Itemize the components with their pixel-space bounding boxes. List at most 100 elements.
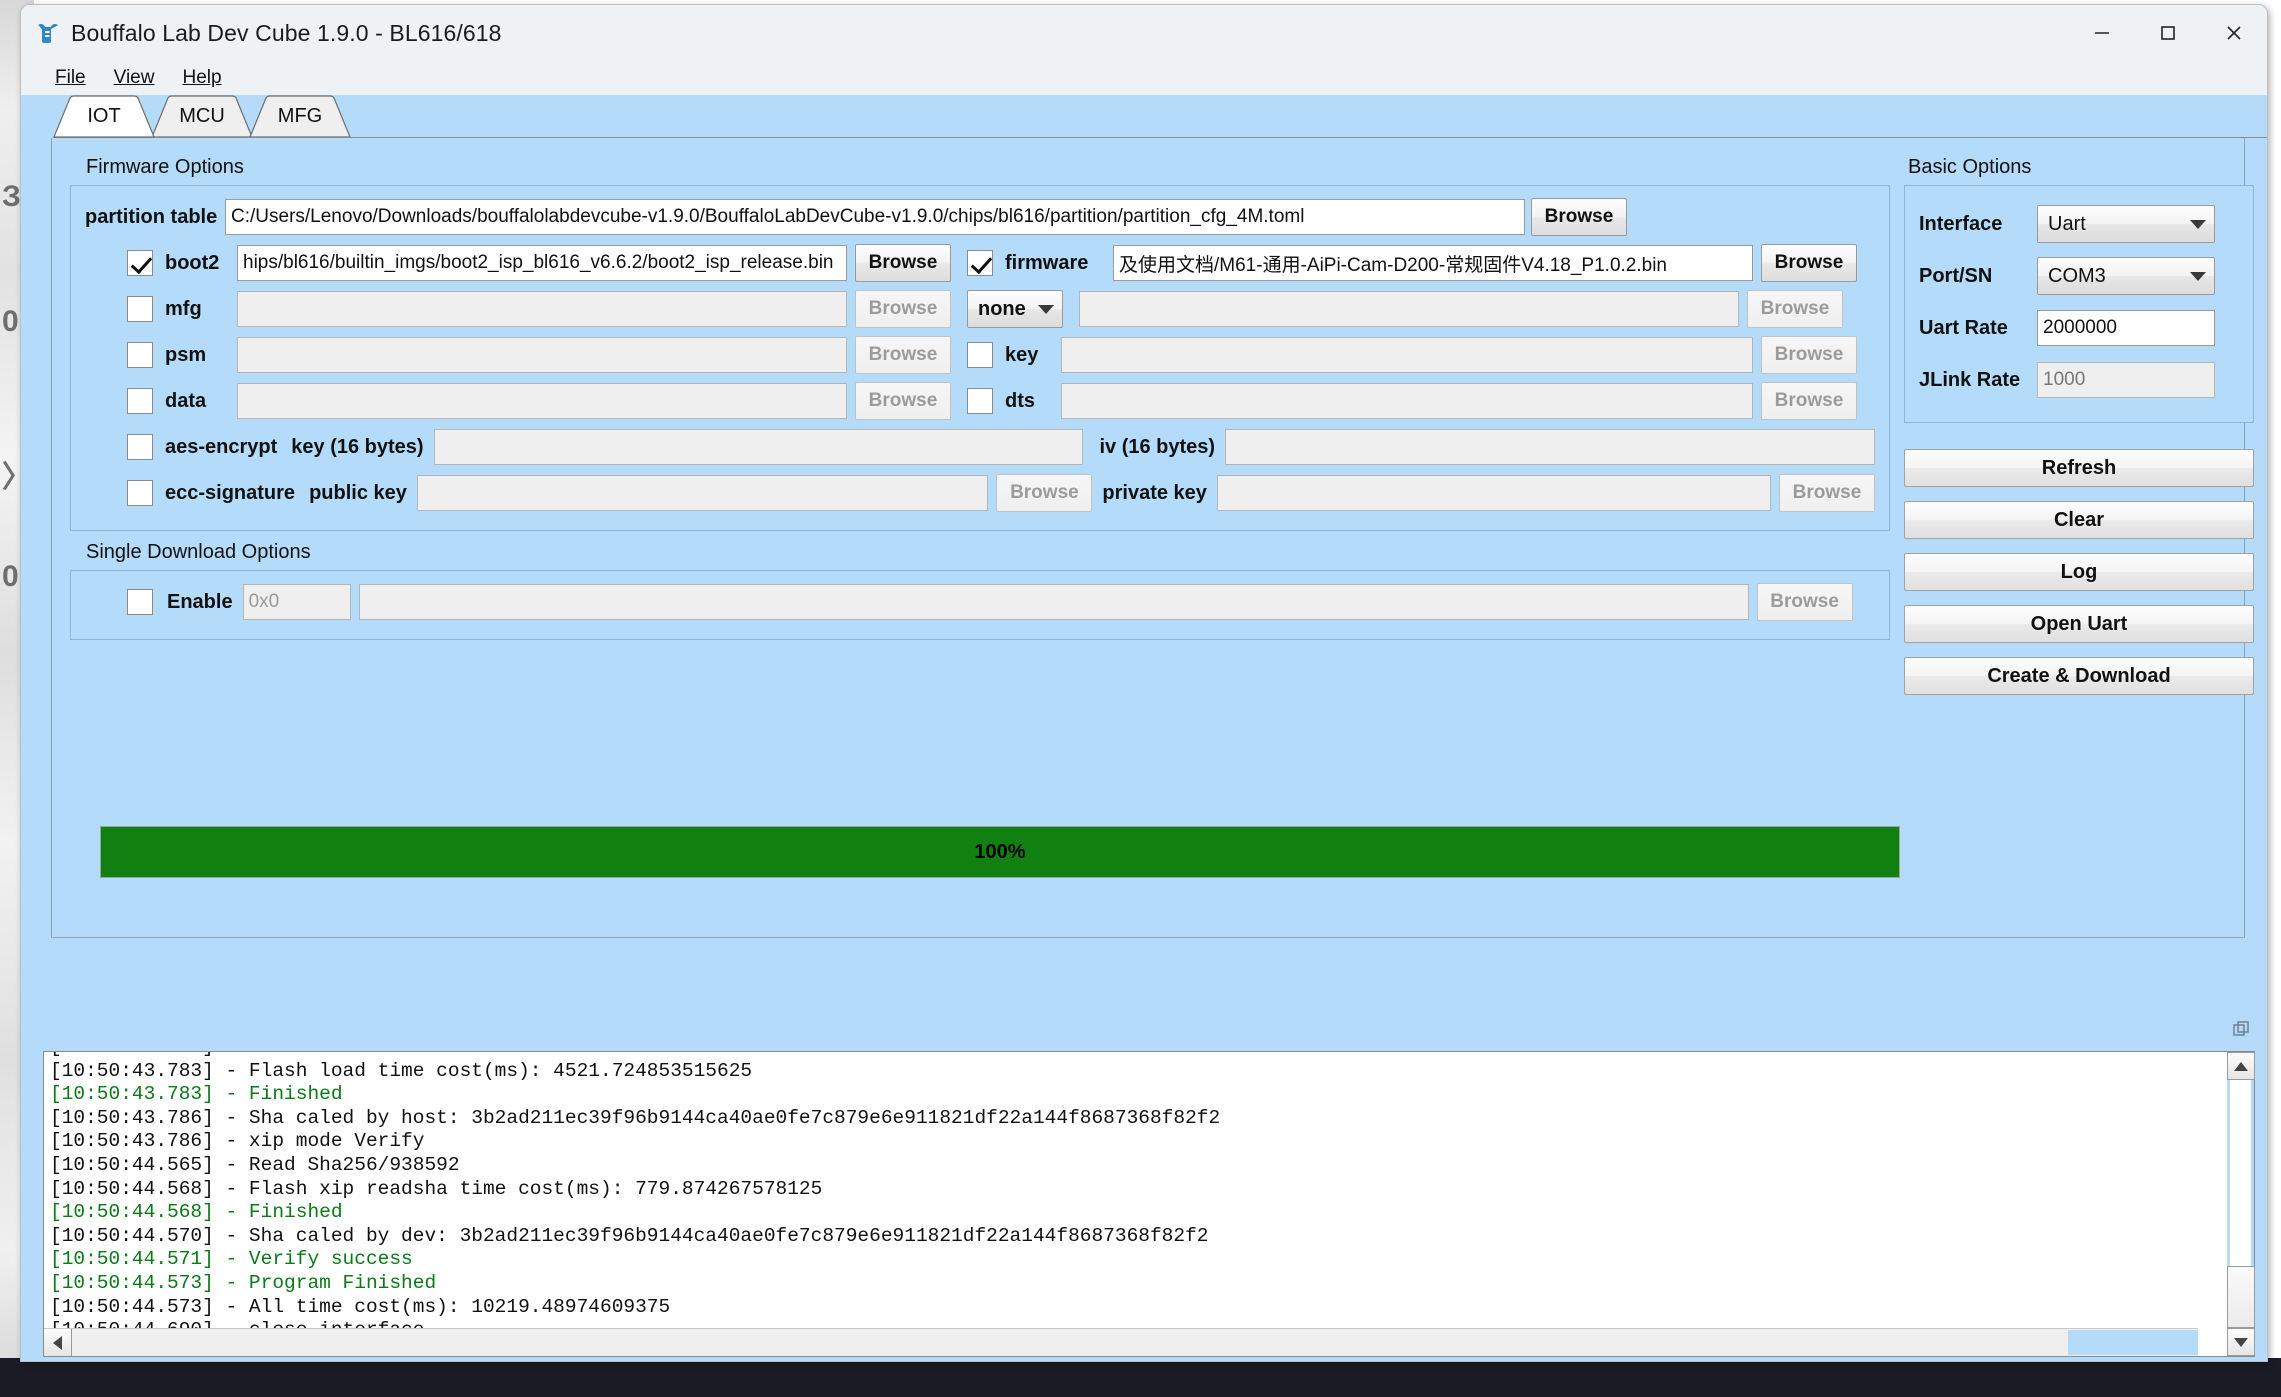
uart-rate-input[interactable] [2037, 310, 2215, 346]
mfg-type-dropdown[interactable]: none [967, 290, 1063, 328]
dts-input[interactable] [1061, 383, 1753, 419]
single-download-file-input[interactable] [358, 584, 1749, 620]
mfg-browse-button[interactable]: Browse [855, 290, 951, 328]
mfg-right-browse-button[interactable]: Browse [1747, 290, 1843, 328]
psm-checkbox[interactable] [127, 342, 153, 368]
refresh-button[interactable]: Refresh [1904, 449, 2254, 487]
single-download-browse-button[interactable]: Browse [1756, 583, 1853, 621]
key-checkbox[interactable] [967, 342, 993, 368]
log-line: [10:50:43.772] - write check [50, 1052, 2226, 1060]
dts-browse-button[interactable]: Browse [1761, 382, 1857, 420]
boot2-firmware-row: boot2 Browse firmware Browse [85, 240, 1875, 286]
ecc-private-key-browse-button[interactable]: Browse [1779, 474, 1875, 512]
uart-rate-row: Uart Rate [1919, 302, 2235, 354]
ecc-public-key-browse-button[interactable]: Browse [996, 474, 1093, 512]
log-line: [10:50:43.783] - Finished [50, 1083, 343, 1106]
scroll-down-button[interactable] [2227, 1328, 2255, 1356]
bouffalo-logo-icon [35, 20, 61, 46]
firmware-browse-button[interactable]: Browse [1761, 244, 1857, 282]
data-browse-button[interactable]: Browse [855, 382, 951, 420]
ecc-public-key-input[interactable] [416, 475, 989, 511]
menu-view-label: View [113, 66, 155, 88]
horizontal-scroll-track-end [2068, 1330, 2198, 1355]
create-download-button[interactable]: Create & Download [1904, 657, 2254, 695]
tab-mcu[interactable]: MCU [151, 95, 253, 138]
partition-table-browse-button[interactable]: Browse [1531, 198, 1627, 236]
menu-item-help[interactable]: Help [170, 64, 233, 93]
log-line: [10:50:44.573] - Program Finished [50, 1271, 437, 1294]
window-title: Bouffalo Lab Dev Cube 1.9.0 - BL616/618 [71, 19, 502, 46]
port-sn-dropdown[interactable]: COM3 [2037, 257, 2215, 295]
maximize-button[interactable] [2135, 5, 2201, 61]
resize-grip-icon[interactable] [2233, 1021, 2251, 1039]
interface-dropdown[interactable]: Uart [2037, 205, 2215, 243]
log-button[interactable]: Log [1904, 553, 2254, 591]
dts-checkbox[interactable] [967, 388, 993, 414]
menu-bar: File View Help [21, 61, 2267, 95]
aes-key-input[interactable] [433, 429, 1084, 465]
tab-mfg[interactable]: MFG [249, 95, 351, 138]
scroll-up-button[interactable] [2227, 1052, 2255, 1080]
data-label: data [165, 389, 207, 412]
mfg-checkbox[interactable] [127, 296, 153, 322]
single-download-address-input[interactable] [242, 584, 351, 620]
boot2-checkbox[interactable] [127, 250, 153, 276]
ecc-signature-row: ecc-signature public key Browse private … [85, 470, 1875, 516]
scroll-left-button[interactable] [44, 1329, 72, 1356]
port-sn-row: Port/SN COM3 [1919, 250, 2235, 302]
horizontal-scroll-thumb[interactable] [73, 1330, 1363, 1355]
jlink-rate-input[interactable] [2037, 362, 2215, 398]
log-line: [10:50:44.568] - Flash xip readsha time … [50, 1177, 823, 1200]
psm-input[interactable] [237, 337, 847, 373]
mfg-input[interactable] [237, 291, 847, 327]
tab-strip: IOT MCU MFG [21, 95, 2267, 138]
boot2-input[interactable] [237, 245, 847, 281]
background-glyph: 0 [2, 305, 19, 338]
firmware-checkbox[interactable] [967, 250, 993, 276]
psm-browse-button[interactable]: Browse [855, 336, 951, 374]
log-vertical-scrollbar[interactable] [2226, 1052, 2255, 1356]
open-uart-button[interactable]: Open Uart [1904, 605, 2254, 643]
partition-table-label: partition table [85, 205, 218, 228]
log-panel: [10:50:43.772] - write check [10:50:43.78… [43, 1051, 2255, 1357]
uart-rate-label: Uart Rate [1919, 316, 2008, 339]
boot2-browse-button[interactable]: Browse [855, 244, 951, 282]
partition-table-input[interactable] [225, 199, 1525, 235]
aes-iv-input[interactable] [1225, 429, 1875, 465]
ecc-private-key-input[interactable] [1216, 475, 1771, 511]
firmware-input[interactable] [1113, 245, 1753, 281]
data-checkbox[interactable] [127, 388, 153, 414]
mfg-right-input[interactable] [1079, 291, 1739, 327]
clear-button[interactable]: Clear [1904, 501, 2254, 539]
log-text-area[interactable]: [10:50:43.772] - write check [10:50:43.78… [44, 1052, 2226, 1356]
key-browse-button[interactable]: Browse [1761, 336, 1857, 374]
firmware-options-box: partition table Browse boot2 Browse firm… [70, 185, 1890, 531]
close-button[interactable] [2201, 5, 2267, 61]
desktop: З 0 〉 0 Bouffalo Lab Dev Cube 1.9.0 - BL… [0, 0, 2281, 1397]
data-input[interactable] [237, 383, 847, 419]
aes-key-label: key (16 bytes) [291, 435, 424, 458]
interface-value: Uart [2048, 212, 2086, 235]
log-lines: [10:50:43.772] - write check [10:50:43.78… [50, 1052, 2226, 1356]
basic-options-title: Basic Options [1908, 156, 2032, 178]
aes-encrypt-checkbox[interactable] [127, 434, 153, 460]
log-line: [10:50:43.786] - xip mode Verify [50, 1130, 425, 1153]
tab-iot[interactable]: IOT [53, 95, 155, 138]
menu-item-view[interactable]: View [102, 64, 167, 93]
single-download-enable-checkbox[interactable] [127, 589, 153, 615]
mfg-label: mfg [165, 297, 202, 320]
menu-item-file[interactable]: File [43, 64, 98, 93]
psm-key-row: psm Browse key Browse [85, 332, 1875, 378]
key-input[interactable] [1061, 337, 1753, 373]
vertical-scroll-thumb[interactable] [2227, 1266, 2255, 1328]
chevron-down-icon [2190, 219, 2206, 229]
dts-label: dts [1005, 389, 1035, 412]
interface-row: Interface Uart [1919, 198, 2235, 250]
menu-help-label: Help [182, 66, 222, 88]
ecc-signature-checkbox[interactable] [127, 480, 153, 506]
chevron-down-icon [2190, 271, 2206, 281]
triangle-down-icon [2234, 1337, 2248, 1347]
menu-file-label: File [55, 66, 86, 88]
minimize-button[interactable] [2069, 5, 2135, 61]
log-horizontal-scrollbar[interactable] [44, 1328, 2198, 1356]
